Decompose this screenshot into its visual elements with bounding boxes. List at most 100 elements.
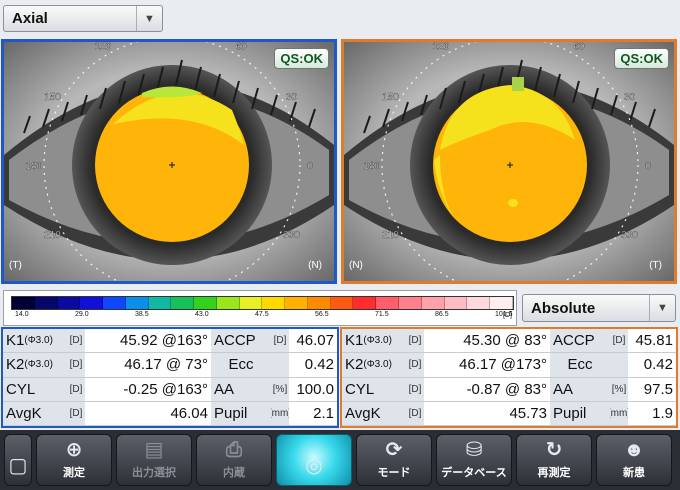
k2-label: K2 (Φ3.0) xyxy=(3,353,67,378)
scale-swatch xyxy=(262,297,286,309)
scale-swatch xyxy=(216,297,240,309)
k2-unit: [D] xyxy=(406,353,424,378)
degree-label: 150 xyxy=(44,92,61,103)
map-type-select[interactable]: Axial ▼ xyxy=(3,5,163,32)
measure-icon: ⊕ xyxy=(65,439,83,461)
scale-swatch xyxy=(125,297,149,309)
scale-tick-label: 29.0 xyxy=(75,311,89,318)
left-eye-measurements: K1 (Φ3.0) [D] 45.30 @ 83° ACCP [D] 45.81 … xyxy=(340,327,678,428)
remeasure-button[interactable]: ↻ 再測定 xyxy=(516,434,592,486)
ecc-value: 0.42 xyxy=(628,353,676,378)
scale-swatch xyxy=(307,297,331,309)
scale-swatch xyxy=(490,297,513,309)
cyl-unit: [D] xyxy=(406,377,424,402)
side-label-right: (T) xyxy=(649,260,662,271)
mode-button[interactable]: ⟳ モード xyxy=(356,434,432,486)
ecc-unit xyxy=(271,353,289,378)
k1-value: 45.92 @163° xyxy=(85,329,211,354)
ecc-label: Ecc xyxy=(211,353,271,378)
scale-mode-select[interactable]: Absolute ▼ xyxy=(522,294,676,322)
partial-icon: ▢ xyxy=(8,455,28,477)
accp-value: 45.81 xyxy=(628,329,676,354)
remeasure-icon: ↻ xyxy=(545,439,563,461)
cyl-unit: [D] xyxy=(67,377,85,402)
quality-status-badge: QS:OK xyxy=(614,48,669,69)
aa-value: 100.0 xyxy=(289,377,337,402)
database-icon: ⛁ xyxy=(465,439,483,461)
cyl-value: -0.25 @163° xyxy=(85,377,211,402)
measure-button[interactable]: ⊕ 測定 xyxy=(36,434,112,486)
pupil-unit: [mm] xyxy=(271,401,289,426)
degree-label: 30 xyxy=(624,92,636,103)
scale-swatch xyxy=(34,297,58,309)
chevron-down-icon[interactable]: ▼ xyxy=(649,295,675,321)
left-eye-image: 9060300330300270240210180150120 xyxy=(344,42,674,281)
ecc-label: Ecc xyxy=(550,353,610,378)
k2-value: 46.17 @173° xyxy=(424,353,550,378)
output-icon: ▤ xyxy=(144,439,164,461)
degree-label: 30 xyxy=(286,92,298,103)
current-button[interactable]: ◎ xyxy=(276,434,352,486)
degree-label: 210 xyxy=(382,230,399,241)
scale-tick-label: 14.0 xyxy=(15,311,29,318)
scale-swatch xyxy=(57,297,81,309)
right-eye-topography[interactable]: 9060300330300270240210180150120 QS:OK (T… xyxy=(1,39,337,284)
scale-tick-label: 47.5 xyxy=(255,311,269,318)
side-label-left: (T) xyxy=(9,260,22,271)
degree-label: 180 xyxy=(26,161,43,172)
map-type-value: Axial xyxy=(12,10,48,27)
avgk-label: AvgK xyxy=(3,401,67,426)
scale-swatch xyxy=(194,297,217,309)
partial-button[interactable]: ▢ xyxy=(4,434,32,486)
database-button[interactable]: ⛁ データベース xyxy=(436,434,512,486)
scale-swatch xyxy=(171,297,195,309)
chevron-down-icon[interactable]: ▼ xyxy=(136,6,162,31)
degree-label: 180 xyxy=(364,161,381,172)
k2-value: 46.17 @ 73° xyxy=(85,353,211,378)
scale-swatch xyxy=(239,297,263,309)
pupil-value: 1.9 xyxy=(628,401,676,426)
print-button[interactable]: ⎙ 内蔵 xyxy=(196,434,272,486)
current-icon: ◎ xyxy=(305,455,323,477)
print-label: 内蔵 xyxy=(223,467,245,479)
ecc-unit xyxy=(610,353,628,378)
degree-label: 150 xyxy=(382,92,399,103)
color-scale-bar: 14.0 29.0 38.5 43.0 47.5 56.5 71.5 86.5 101.5 [D… xyxy=(3,290,517,326)
left-eye-topography[interactable]: 9060300330300270240210180150120 QS:OK (N… xyxy=(341,39,677,284)
k1-label: K1 (Φ3.0) xyxy=(3,329,67,354)
avgk-value: 46.04 xyxy=(85,401,211,426)
output-button[interactable]: ▤ 出力選択 xyxy=(116,434,192,486)
scale-swatch xyxy=(12,297,35,309)
degree-label: 0 xyxy=(645,161,651,172)
aa-unit: [%] xyxy=(271,377,289,402)
avgk-value: 45.73 xyxy=(424,401,550,426)
pupil-label: Pupil xyxy=(211,401,271,426)
cyl-label: CYL xyxy=(3,377,67,402)
measure-label: 測定 xyxy=(63,467,85,479)
output-label: 出力選択 xyxy=(132,467,176,479)
side-label-right: (N) xyxy=(308,260,322,271)
accp-label: ACCP xyxy=(550,329,610,354)
degree-label: 330 xyxy=(621,230,638,241)
avgk-label: AvgK xyxy=(342,401,406,426)
avgk-unit: [D] xyxy=(406,401,424,426)
degree-label: 60 xyxy=(235,42,247,52)
aa-unit: [%] xyxy=(610,377,628,402)
scale-tick-label: 43.0 xyxy=(195,311,209,318)
new-button[interactable]: ☻ 新患 xyxy=(596,434,672,486)
scale-swatch xyxy=(148,297,172,309)
cyl-value: -0.87 @ 83° xyxy=(424,377,550,402)
degree-label: 330 xyxy=(283,230,300,241)
new-icon: ☻ xyxy=(623,439,645,461)
mode-label: モード xyxy=(377,467,411,479)
cyl-label: CYL xyxy=(342,377,406,402)
degree-label: 60 xyxy=(573,42,585,52)
accp-value: 46.07 xyxy=(289,329,337,354)
aa-value: 97.5 xyxy=(628,377,676,402)
aa-label: AA xyxy=(550,377,610,402)
aa-label: AA xyxy=(211,377,271,402)
scale-swatch xyxy=(353,297,377,309)
pupil-label: Pupil xyxy=(550,401,610,426)
mode-icon: ⟳ xyxy=(385,439,403,461)
color-scale-swatches xyxy=(11,296,514,310)
